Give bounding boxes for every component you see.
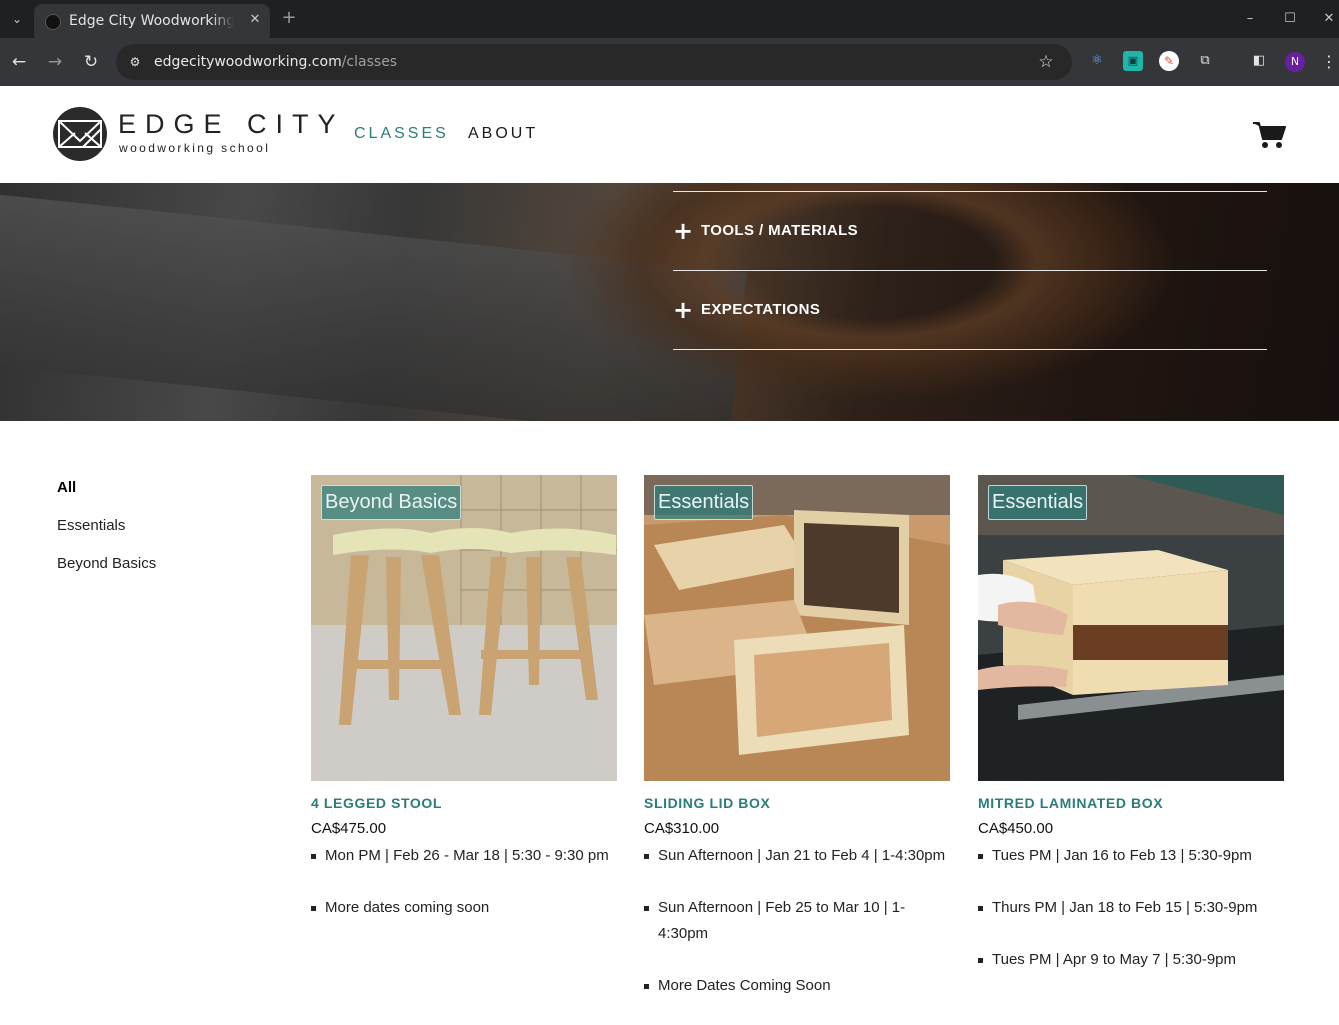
favicon-icon [45,14,61,30]
reload-icon[interactable]: ↻ [80,51,102,73]
accordion-expectations[interactable]: + EXPECTATIONS [673,295,1267,325]
product-price: CA$310.00 [644,820,720,837]
accordion-divider [673,270,1267,271]
class-date-item: Mon PM | Feb 26 - Mar 18 | 5:30 - 9:30 p… [311,843,621,869]
tab-title: Edge City Woodworking [69,12,234,30]
class-date-item: More dates coming soon [311,895,621,921]
accordion-label: EXPECTATIONS [701,301,821,318]
class-dates-list: Mon PM | Feb 26 - Mar 18 | 5:30 - 9:30 p… [311,843,621,947]
filter-all[interactable]: All [57,478,76,498]
color-extension-icon[interactable]: ✎ [1159,51,1179,71]
class-date-item: Tues PM | Jan 16 to Feb 13 | 5:30-9pm [978,843,1288,869]
product-title[interactable]: MITRED LAMINATED BOX [978,795,1163,811]
tab-close-icon[interactable]: ✕ [246,11,264,29]
filter-essentials[interactable]: Essentials [57,516,125,536]
product-image-stools[interactable]: Beyond Basics [311,475,617,781]
forward-icon[interactable]: → [44,51,66,73]
minimize-icon[interactable]: – [1241,10,1259,28]
product-image-mitred-laminated-box[interactable]: Essentials [978,475,1284,781]
cart-icon[interactable] [1252,120,1286,150]
browser-menu-icon[interactable]: ⋮ [1318,51,1339,73]
product-title[interactable]: SLIDING LID BOX [644,795,770,811]
tab-search-chevron-icon[interactable]: ⌄ [8,10,26,28]
product-title[interactable]: 4 LEGGED STOOL [311,795,442,811]
class-date-item: Tues PM | Apr 9 to May 7 | 5:30-9pm [978,947,1288,973]
back-icon[interactable]: ← [8,51,30,73]
extensions-puzzle-icon[interactable]: ⧉ [1195,51,1215,71]
accordion-divider [673,349,1267,350]
category-tag: Essentials [654,485,754,520]
react-devtools-extension-icon[interactable]: ⚛ [1087,51,1107,71]
browser-toolbar: ← → ↻ ⚙ edgecitywoodworking.com/classes … [0,38,1339,86]
accordion-label: TOOLS / MATERIALS [701,222,859,239]
product-image-sliding-lid-box[interactable]: Essentials [644,475,950,781]
product-card[interactable]: Essentials SLIDING LID BOX CA$310.00 Sun… [644,475,950,994]
profile-avatar[interactable]: N [1285,52,1305,72]
address-bar[interactable]: ⚙ edgecitywoodworking.com/classes ☆ [116,44,1072,80]
class-date-item: Thurs PM | Jan 18 to Feb 15 | 5:30-9pm [978,895,1288,921]
url-text[interactable]: edgecitywoodworking.com/classes [154,53,397,71]
class-date-item: Sun Afternoon | Feb 25 to Mar 10 | 1-4:3… [644,895,954,947]
product-card[interactable]: Beyond Basics 4 LEGGED STOOL CA$475.00 M… [311,475,617,916]
product-card[interactable]: Essentials MITRED LAMINATED BOX CA$450.0… [978,475,1284,968]
extension-icon[interactable]: ▣ [1123,51,1143,71]
new-tab-button[interactable]: + [280,9,298,27]
site-info-icon[interactable]: ⚙ [126,53,144,71]
accordion-divider [673,191,1267,192]
side-panel-icon[interactable]: ◧ [1249,51,1269,71]
class-date-item: More Dates Coming Soon [644,973,954,999]
browser-tab[interactable]: Edge City Woodworking ✕ [34,4,270,38]
browser-tab-bar: ⌄ Edge City Woodworking ✕ + – ☐ ✕ [0,0,1339,38]
product-price: CA$450.00 [978,820,1054,837]
logo-title[interactable]: EDGE CITY [118,108,345,140]
logo-subtitle[interactable]: woodworking school [119,141,270,155]
window-close-icon[interactable]: ✕ [1320,10,1338,28]
nav-about-link[interactable]: ABOUT [468,124,538,144]
nav-classes-link[interactable]: CLASSES [354,124,449,144]
class-dates-list: Tues PM | Jan 16 to Feb 13 | 5:30-9pm Th… [978,843,1288,999]
edge-city-logo-icon[interactable] [53,107,107,161]
plus-icon: + [673,217,694,245]
product-price: CA$475.00 [311,820,387,837]
hero-banner: + TOOLS / MATERIALS + EXPECTATIONS [0,183,1339,421]
class-date-item: Sun Afternoon | Jan 21 to Feb 4 | 1-4:30… [644,843,954,869]
plus-icon: + [673,296,694,324]
site-header: EDGE CITY woodworking school CLASSES ABO… [0,86,1339,183]
maximize-icon[interactable]: ☐ [1281,10,1299,28]
accordion-tools-materials[interactable]: + TOOLS / MATERIALS [673,216,1267,246]
category-tag: Essentials [988,485,1088,520]
bookmark-star-icon[interactable]: ☆ [1036,52,1056,72]
filter-beyond-basics[interactable]: Beyond Basics [57,554,156,574]
category-tag: Beyond Basics [321,485,462,520]
class-dates-list: Sun Afternoon | Jan 21 to Feb 4 | 1-4:30… [644,843,954,1025]
